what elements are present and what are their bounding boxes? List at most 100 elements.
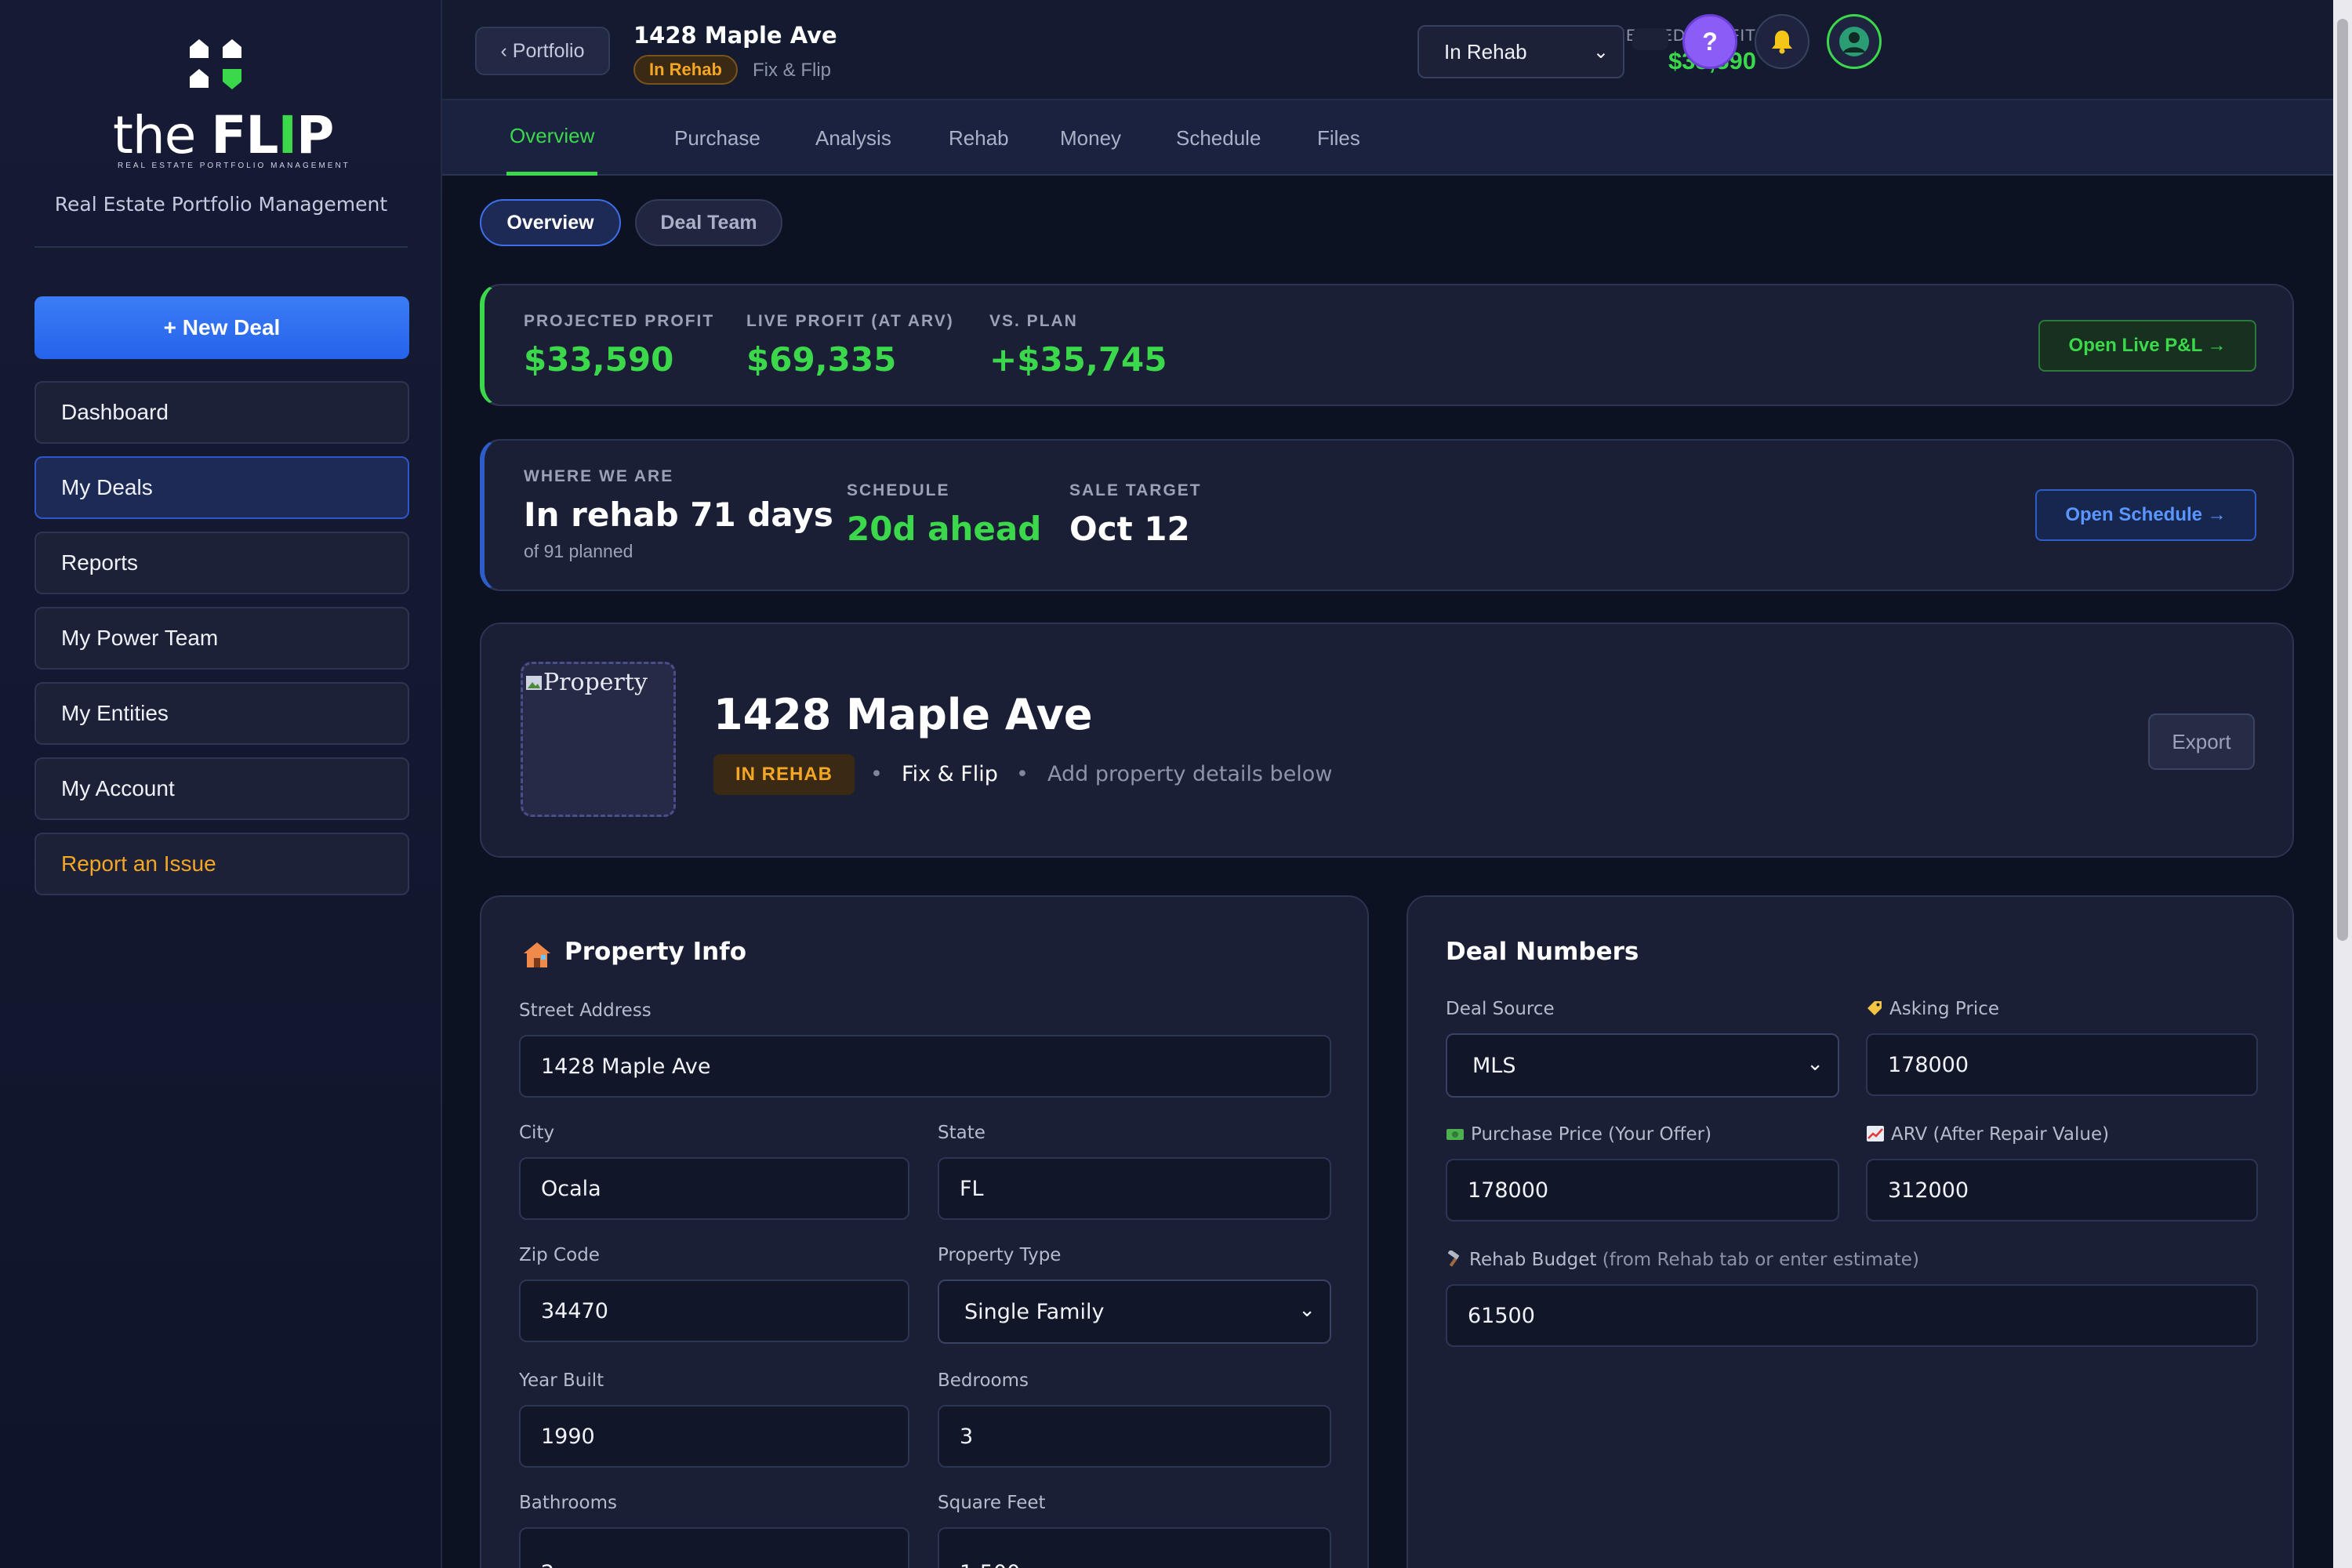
new-deal-button[interactable]: + New Deal [34,296,409,359]
sidebar-item-my-deals[interactable]: My Deals [34,456,409,519]
sidebar-item-dashboard[interactable]: Dashboard [34,381,409,444]
chart-increasing-icon [1867,1126,1884,1142]
property-info-title: Property Info [564,938,747,966]
hammer-icon [1447,1249,1460,1267]
sidebar-divider [34,246,408,248]
logo-wordmark: the FLIP [113,105,334,165]
tab-schedule[interactable]: Schedule [1176,100,1261,176]
export-button[interactable]: Export [2148,713,2255,770]
property-strategy: Fix & Flip [902,762,998,786]
where-we-are-value: In rehab 71 days [524,495,833,534]
projected-profit-kpi-value: $33,590 [524,340,674,379]
subtab-deal-team[interactable]: Deal Team [635,199,782,246]
sale-target-label: SALE TARGET [1069,481,1202,499]
bathrooms-label: Bathrooms [519,1493,617,1513]
property-info-card: Property Info Street Address 1428 Maple … [480,895,1369,1568]
deal-status-badge: In Rehab [633,55,738,85]
state-label: State [938,1123,985,1143]
square-feet-label: Square Feet [938,1493,1046,1513]
chevron-down-icon: ⌄ [1298,1298,1316,1322]
broken-image-icon [526,676,542,690]
rehab-budget-label: Rehab Budget (from Rehab tab or enter es… [1446,1249,1919,1270]
city-field[interactable]: Ocala [519,1157,909,1220]
arv-field[interactable]: 312000 [1866,1159,2258,1221]
property-image[interactable]: Property [521,662,676,817]
deal-status-selected: In Rehab [1444,39,1527,64]
deal-source-selected: MLS [1472,1053,1516,1078]
bedrooms-field[interactable]: 3 [938,1405,1331,1468]
help-button[interactable]: ? [1682,14,1737,69]
tab-files[interactable]: Files [1317,100,1360,176]
bathrooms-field[interactable]: 2 [519,1527,909,1568]
theme-toggle[interactable] [1632,28,1668,50]
bell-icon [1772,31,1792,54]
brand-tagline: Real Estate Portfolio Management [54,193,388,216]
property-type-label: Property Type [938,1245,1062,1265]
zip-code-field[interactable]: 34470 [519,1279,909,1342]
year-built-label: Year Built [519,1370,604,1391]
brand-logo[interactable]: the FLIP REAL ESTATE PORTFOLIO MANAGEMEN… [110,34,348,176]
profit-summary-card: PROJECTED PROFIT $33,590 LIVE PROFIT (AT… [480,284,2294,406]
deal-status-select[interactable]: In Rehab ⌄ [1417,25,1624,78]
sidebar-item-entities[interactable]: My Entities [34,682,409,745]
state-field[interactable]: FL [938,1157,1331,1220]
status-summary-card: WHERE WE ARE In rehab 71 days of 91 plan… [480,439,2294,591]
sale-target-value: Oct 12 [1069,510,1190,548]
page-scrollbar[interactable] [2333,0,2352,1568]
where-we-are-label: WHERE WE ARE [524,467,674,485]
tab-money[interactable]: Money [1060,100,1121,176]
tab-analysis[interactable]: Analysis [815,100,891,176]
tab-overview[interactable]: Overview [506,100,598,176]
purchase-price-label: Purchase Price (Your Offer) [1446,1124,1711,1145]
bedrooms-label: Bedrooms [938,1370,1029,1391]
deal-source-label: Deal Source [1446,999,1555,1019]
property-type-select[interactable]: Single Family ⌄ [938,1279,1331,1344]
property-hint: Add property details below [1047,762,1333,786]
year-built-field[interactable]: 1990 [519,1405,909,1468]
main-tabs: Overview Purchase Analysis Rehab Money S… [442,100,2333,176]
sidebar-item-power-team[interactable]: My Power Team [34,607,409,670]
property-header-card: Property 1428 Maple Ave IN REHAB • Fix &… [480,622,2294,858]
money-icon [1446,1129,1464,1140]
zip-code-label: Zip Code [519,1245,600,1265]
asking-price-field[interactable]: 178000 [1866,1033,2258,1096]
chevron-down-icon: ⌄ [1806,1052,1824,1076]
rehab-budget-field[interactable]: 61500 [1446,1284,2258,1347]
sidebar: the FLIP REAL ESTATE PORTFOLIO MANAGEMEN… [0,0,442,1568]
open-live-pl-button[interactable]: Open Live P&L → [2038,320,2256,372]
deal-source-select[interactable]: MLS ⌄ [1446,1033,1839,1098]
property-status-badge: IN REHAB [713,754,855,795]
deal-title: 1428 Maple Ave [633,22,837,49]
user-avatar[interactable] [1827,14,1882,69]
sidebar-item-reports[interactable]: Reports [34,532,409,594]
chevron-down-icon: ⌄ [1592,42,1609,63]
property-type-selected: Single Family [964,1299,1105,1324]
property-title: 1428 Maple Ave [713,690,1093,739]
sidebar-item-account[interactable]: My Account [34,757,409,820]
vs-plan-kpi-value: +$35,745 [989,340,1167,379]
subtab-overview[interactable]: Overview [480,199,621,246]
tab-purchase[interactable]: Purchase [674,100,760,176]
live-profit-kpi-value: $69,335 [746,340,897,379]
tab-rehab[interactable]: Rehab [949,100,1009,176]
meta-separator: • [1016,762,1029,786]
city-label: City [519,1123,555,1143]
deal-numbers-title: Deal Numbers [1446,938,1639,966]
deal-strategy: Fix & Flip [753,60,832,81]
price-tag-icon [1867,1001,1882,1015]
deal-numbers-card: Deal Numbers Deal Source MLS ⌄ Asking Pr… [1406,895,2294,1568]
square-feet-field[interactable]: 1,500 [938,1527,1331,1568]
app-root: the FLIP REAL ESTATE PORTFOLIO MANAGEMEN… [0,0,2352,1568]
sidebar-item-report-issue[interactable]: Report an Issue [34,833,409,895]
purchase-price-field[interactable]: 178000 [1446,1159,1839,1221]
schedule-value: 20d ahead [847,510,1042,548]
scrollbar-thumb[interactable] [2337,19,2348,941]
open-schedule-button[interactable]: Open Schedule → [2035,489,2256,541]
houses-logo-icon [190,39,241,89]
back-to-portfolio-button[interactable]: ‹ Portfolio [475,27,610,75]
street-address-field[interactable]: 1428 Maple Ave [519,1035,1331,1098]
asking-price-label: Asking Price [1866,999,1999,1019]
notifications-button[interactable] [1755,14,1809,69]
top-bar: ‹ Portfolio 1428 Maple Ave In Rehab Fix … [442,0,2333,100]
projected-profit-kpi-label: PROJECTED PROFIT [524,312,715,330]
